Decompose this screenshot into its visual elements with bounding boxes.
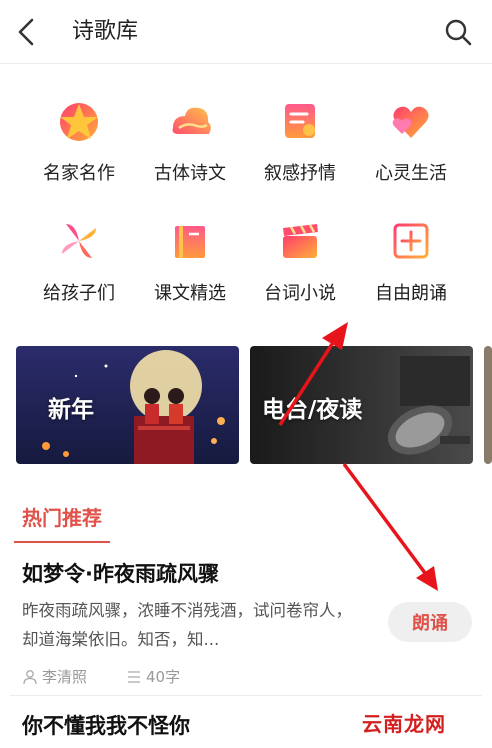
poem-title[interactable]: 你不懂我我不怪你 [22,710,190,740]
category-free-recite[interactable]: 自由朗诵 [356,218,466,306]
cloud-icon [172,107,211,134]
search-button[interactable] [438,12,478,52]
banner-label: 新年 [48,397,94,423]
category-emotion[interactable]: 叙感抒情 [245,98,355,186]
banner-next-peek[interactable] [484,346,492,464]
banner-new-year[interactable]: 新年 [16,346,239,464]
arrow-down-right [342,462,438,591]
page-title: 诗歌库 [72,19,139,44]
poem-excerpt: 昨夜雨疏风骤，浓睡不消残酒，试问卷帘人，却道海棠依旧。知否，知... [22,601,352,649]
book-icon [175,226,205,258]
category-label: 古体诗文 [154,163,226,184]
category-soul-life[interactable]: 心灵生活 [356,98,466,186]
category-label: 给孩子们 [43,283,115,304]
poem-title: 如梦令·昨夜雨疏风骤 [22,562,219,586]
category-label: 名家名作 [43,163,115,184]
tab-underline [14,541,110,543]
word-count: 40字 [146,668,181,686]
top-bar: 诗歌库 [0,0,492,64]
back-button[interactable] [6,12,46,52]
banner-label: 电台/夜读 [262,397,363,423]
hearts-icon [392,106,429,138]
category-textbook[interactable]: 课文精选 [135,218,245,306]
plus-square-icon [393,223,429,259]
star-icon [60,103,98,141]
pinwheel-icon [62,224,96,258]
recite-button[interactable]: 朗诵 [388,602,472,642]
clapperboard-icon [283,224,318,258]
chevron-left-icon [18,18,34,46]
banner-radio-night[interactable]: 电台/夜读 [250,346,473,464]
watermark: 云南龙网 [358,706,450,739]
poem-word-count: 40字 [126,666,180,687]
lines-icon [128,670,140,683]
scroll-icon [285,104,315,138]
category-label: 课文精选 [154,283,226,304]
category-label: 心灵生活 [375,163,447,184]
divider [10,695,482,696]
category-famous[interactable]: 名家名作 [24,98,134,186]
category-classical[interactable]: 古体诗文 [135,98,245,186]
category-kids[interactable]: 给孩子们 [24,218,134,306]
poem-author: 李清照 [22,666,87,687]
search-icon [445,19,472,46]
category-label: 叙感抒情 [264,163,336,184]
person-icon [23,669,37,684]
banner-carousel[interactable]: 新年 电台/夜读 [0,346,492,466]
tab-hot-recommend[interactable]: 热门推荐 [22,502,102,531]
category-label: 台词小说 [264,283,336,304]
category-label: 自由朗诵 [375,283,447,304]
category-lines-novels[interactable]: 台词小说 [245,218,355,306]
author-name: 李清照 [42,668,88,686]
